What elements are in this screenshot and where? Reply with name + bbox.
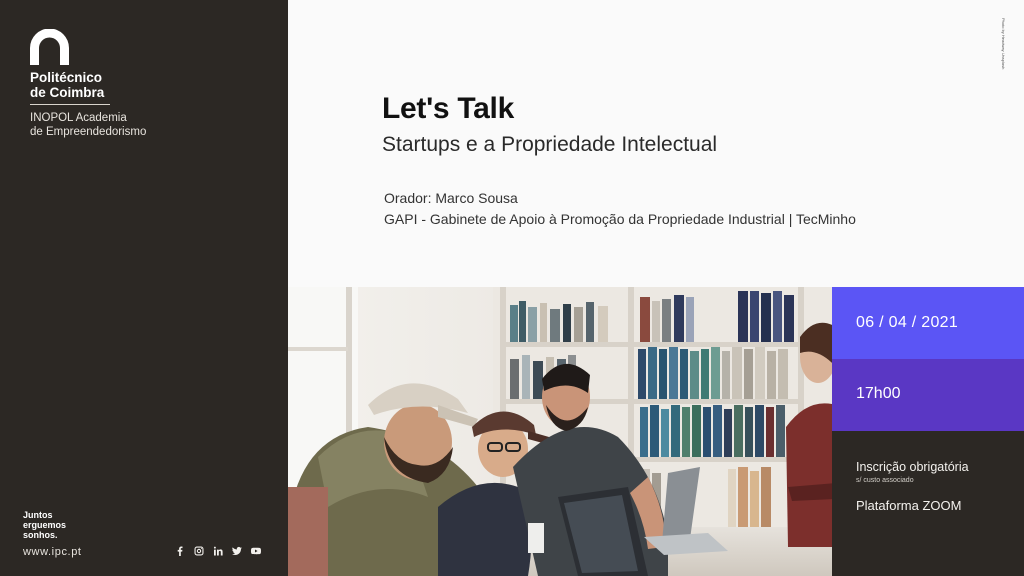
brand-line-2: de Coimbra (30, 85, 105, 100)
photo-credit-text: Photo by Headway Unsplash (1001, 18, 1006, 70)
youtube-icon[interactable] (251, 546, 261, 556)
event-time: 17h00 (856, 385, 901, 402)
motto-line-2: erguemos (23, 520, 67, 530)
team-photo-illustration (288, 287, 832, 576)
academy-line-2: de Empreendedorismo (30, 126, 147, 138)
sidebar: Politécnico de Coimbra INOPOL Academia d… (0, 0, 288, 576)
speaker-name: Orador: Marco Sousa (384, 190, 518, 206)
event-photo (288, 287, 832, 576)
ipc-logo-icon (30, 29, 69, 65)
speaker-organization: GAPI - Gabinete de Apoio à Promoção da P… (384, 211, 856, 227)
brand-divider (30, 104, 110, 105)
photo-credit: Photo by Headway Unsplash (998, 18, 1006, 70)
time-panel: 17h00 (832, 359, 1024, 431)
motto-line-3: sonhos. (23, 530, 58, 540)
registration-label: Inscrição obrigatória (856, 460, 969, 474)
instagram-icon[interactable] (194, 546, 204, 556)
twitter-icon[interactable] (232, 546, 242, 556)
academy-name: INOPOL Academia de Empreendedorismo (30, 111, 146, 139)
facebook-icon[interactable] (175, 546, 185, 556)
registration-panel: Inscrição obrigatória s/ custo associado… (832, 431, 1024, 576)
platform-label: Plataforma ZOOM (856, 498, 962, 513)
social-links (175, 546, 261, 556)
linkedin-icon[interactable] (213, 546, 223, 556)
academy-line-1: INOPOL Academia (30, 112, 127, 124)
registration-note: s/ custo associado (856, 477, 914, 484)
motto: Juntos erguemos sonhos. (23, 510, 83, 540)
website-link[interactable]: www.ipc.pt (23, 546, 82, 558)
brand-name: Politécnico de Coimbra (30, 70, 104, 100)
event-subtitle: Startups e a Propriedade Intelectual (382, 133, 718, 156)
motto-line-1: Juntos (23, 510, 53, 520)
event-date: 06 / 04 / 2021 (856, 314, 959, 331)
date-panel: 06 / 04 / 2021 (832, 287, 1024, 359)
event-title: Let's Talk (382, 92, 514, 125)
brand-line-1: Politécnico (30, 70, 103, 85)
